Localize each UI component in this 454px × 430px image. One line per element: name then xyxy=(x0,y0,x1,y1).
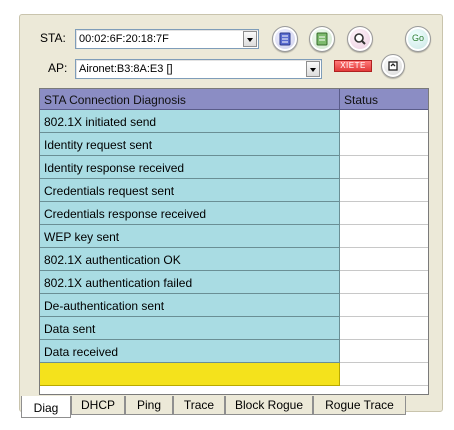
status-cell xyxy=(340,340,428,363)
table-row[interactable]: 802.1X authentication OK xyxy=(40,248,428,271)
table-row[interactable]: De-authentication sent xyxy=(40,294,428,317)
column-header-status[interactable]: Status xyxy=(340,89,428,110)
station-diagnosis-panel: STA: 00:02:6F:20:18:7F Go AP: Aironet:B3… xyxy=(19,14,443,412)
ap-select[interactable]: Aironet:B3:8A:E3 [] xyxy=(75,59,322,79)
sta-label: STA: xyxy=(40,31,66,45)
diagnosis-step: Identity response received xyxy=(44,161,185,175)
search-button[interactable] xyxy=(347,26,373,52)
refresh-icon xyxy=(388,61,398,71)
ap-label: AP: xyxy=(48,61,68,75)
status-cell xyxy=(340,363,428,386)
go-icon: Go xyxy=(411,33,424,43)
diagnosis-step: De-authentication sent xyxy=(44,299,165,313)
sta-value: 00:02:6F:20:18:7F xyxy=(79,33,169,45)
status-cell xyxy=(340,110,428,133)
tab-block-rogue[interactable]: Block Rogue xyxy=(225,396,313,415)
diagnosis-step: 802.1X authentication failed xyxy=(44,276,193,290)
list-button[interactable] xyxy=(272,26,298,52)
table-row-selected[interactable] xyxy=(40,363,428,386)
diagnosis-step: Credentials request sent xyxy=(44,184,175,198)
ap-tag-button[interactable]: XIETE xyxy=(334,60,372,72)
tab-ping[interactable]: Ping xyxy=(125,396,173,415)
refresh-button[interactable] xyxy=(381,54,405,78)
status-cell xyxy=(340,225,428,248)
table-row[interactable]: Credentials request sent xyxy=(40,179,428,202)
status-cell xyxy=(340,133,428,156)
table-row[interactable]: Credentials response received xyxy=(40,202,428,225)
diagnosis-step: WEP key sent xyxy=(44,230,120,244)
tab-dhcp[interactable]: DHCP xyxy=(71,396,125,415)
diagnosis-step: Credentials response received xyxy=(44,207,207,221)
diagnosis-table: STA Connection Diagnosis Status 802.1X i… xyxy=(39,88,429,395)
tab-trace[interactable]: Trace xyxy=(173,396,225,415)
status-cell xyxy=(340,179,428,202)
table-row[interactable]: 802.1X authentication failed xyxy=(40,271,428,294)
tab-rogue-trace[interactable]: Rogue Trace xyxy=(313,396,406,415)
tab-diag[interactable]: Diag xyxy=(21,396,71,418)
table-row[interactable]: Identity request sent xyxy=(40,133,428,156)
table-row[interactable]: 802.1X initiated send xyxy=(40,110,428,133)
document-icon xyxy=(316,32,328,46)
chevron-down-icon[interactable] xyxy=(306,61,320,77)
status-cell xyxy=(340,248,428,271)
ap-tag-label: XIETE xyxy=(340,61,366,70)
column-header-diagnosis[interactable]: STA Connection Diagnosis xyxy=(40,89,340,110)
status-cell xyxy=(340,156,428,179)
ap-value: Aironet:B3:8A:E3 [] xyxy=(79,63,173,75)
go-button[interactable]: Go xyxy=(405,26,431,52)
table-row[interactable]: Identity response received xyxy=(40,156,428,179)
diagnosis-step: Identity request sent xyxy=(44,138,153,152)
diagnosis-step: 802.1X initiated send xyxy=(44,115,157,129)
diagnosis-step: 802.1X authentication OK xyxy=(44,253,181,267)
status-cell xyxy=(340,271,428,294)
table-row[interactable]: Data received xyxy=(40,340,428,363)
status-cell xyxy=(340,317,428,340)
diagnosis-step: Data received xyxy=(44,345,119,359)
diagnosis-step: Data sent xyxy=(44,322,96,336)
list-icon xyxy=(279,32,291,46)
chevron-down-icon[interactable] xyxy=(243,31,257,47)
tab-bar: Diag DHCP Ping Trace Block Rogue Rogue T… xyxy=(0,396,454,430)
table-row[interactable]: Data sent xyxy=(40,317,428,340)
magnifier-icon xyxy=(354,33,366,45)
status-cell xyxy=(340,202,428,225)
sta-select[interactable]: 00:02:6F:20:18:7F xyxy=(75,29,259,49)
status-cell xyxy=(340,294,428,317)
document-button[interactable] xyxy=(309,26,335,52)
table-row[interactable]: WEP key sent xyxy=(40,225,428,248)
